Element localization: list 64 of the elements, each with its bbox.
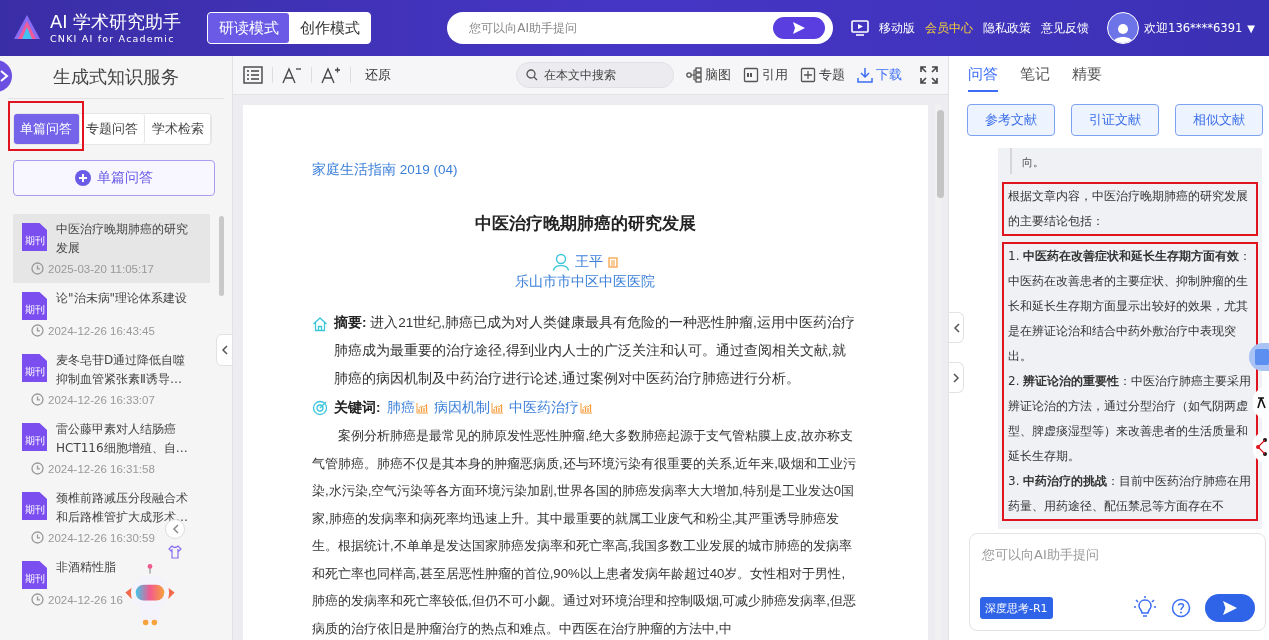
affiliation-link[interactable]: 乐山市市中区中医医院 xyxy=(312,273,858,291)
download-button[interactable]: 下载 xyxy=(857,66,902,84)
new-question-button[interactable]: 单篇问答 xyxy=(13,160,215,196)
sidebar-tab[interactable]: 单篇问答 xyxy=(14,114,80,144)
panel-tab[interactable]: 问答 xyxy=(968,65,998,92)
history-time: 2024-12-26 16:43:45 xyxy=(48,324,155,337)
history-title: 麦冬皂苷D通过降低自噬抑制血管紧张素Ⅱ诱导… xyxy=(56,352,187,388)
answer-point: 2. 辨证论治的重要性：中医治疗肺癌主要采用辨证论治的方法，通过分型治疗（如气阴两虚型、脾虚痰湿型等）来改善患者的生活质量和延长生存期。 xyxy=(1008,373,1253,465)
history-time: 2024-12-26 16:30:59 xyxy=(48,531,155,544)
mode-tab[interactable]: 研读模式 xyxy=(208,13,290,43)
abstract-text: 摘要: 进入21世纪,肺癌已成为对人类健康最具有危险的一种恶性肿瘤,运用中医药治疗肺癌成为最重要的治疗途径,得到业内人士的广泛关注和认可。通过查阅相关文献,就肺癌的病因机制及中药治疗进行论述,通过案例对中医药治疗肺癌进行分析。 xyxy=(334,314,856,388)
sidebar-title: 生成式知识服务 xyxy=(8,56,224,99)
reference-button[interactable]: 参考文献 xyxy=(967,104,1055,136)
restore-button[interactable]: 还原 xyxy=(365,66,391,84)
history-item[interactable]: 期刊 论"治未病"理论体系建设 2024-12-26 16:43:45 xyxy=(13,283,210,345)
journal-badge: 期刊 xyxy=(22,223,47,251)
history-time: 2024-12-26 16:33:07 xyxy=(48,393,155,406)
dropdown-arrow[interactable]: ▼ xyxy=(1247,22,1255,34)
panel-tab[interactable]: 精要 xyxy=(1072,65,1102,92)
history-time: 2024-12-26 16 xyxy=(48,593,123,606)
mindmap-button[interactable]: 脑图 xyxy=(686,66,731,84)
journal-badge: 期刊 xyxy=(22,354,47,382)
history-item[interactable]: 期刊 非酒精性脂 2024-12-26 16 xyxy=(13,552,210,614)
deep-think-button[interactable]: 深度思考-R1 xyxy=(980,597,1053,619)
history-time: 2025-03-20 11:05:17 xyxy=(48,262,154,275)
topic-button[interactable]: 专题 xyxy=(800,66,845,84)
history-title: 雷公藤甲素对人结肠癌HCT116细胞增殖、自… xyxy=(56,421,189,457)
keyword-link[interactable]: 中医药治疗 xyxy=(508,394,579,422)
history-time: 2024-12-26 16:31:58 xyxy=(48,462,155,475)
member-link[interactable]: 会员中心 xyxy=(925,20,974,36)
search-field[interactable]: 您可以向AI助手提问 xyxy=(447,12,834,44)
welcome-text: 欢迎136****6391 xyxy=(1144,20,1243,36)
history-item[interactable]: 期刊 雷公藤甲素对人结肠癌HCT116细胞增殖、自… 2024-12-26 16:31:58 xyxy=(13,414,210,483)
author-link[interactable]: 王平 xyxy=(575,253,603,271)
header-link[interactable]: 意见反馈 xyxy=(1041,20,1090,36)
search-field[interactable]: 在本文中搜索 xyxy=(516,62,674,88)
answer-point: 3. 中药治疗的挑战：目前中医药治疗肺癌在用药量、用药途径、配伍禁忌等方面存在不 xyxy=(1008,473,1253,515)
keywords-label: 关键词: xyxy=(334,399,381,417)
history-title: 非酒精性脂 xyxy=(56,559,116,576)
cite-button[interactable]: 引用 xyxy=(743,66,788,84)
keyword-link[interactable]: 肺癌 xyxy=(386,394,415,422)
app-title: AI 学术研究助手 xyxy=(50,11,182,33)
history-title: 中医治疗晚期肺癌的研究发展 xyxy=(56,221,189,257)
journal-badge: 期刊 xyxy=(22,292,47,320)
keyword-link[interactable]: 病因机制 xyxy=(433,394,490,422)
reference-button[interactable]: 引证文献 xyxy=(1071,104,1159,136)
history-item[interactable]: 期刊 中医治疗晚期肺癌的研究发展 2025-03-20 11:05:17 xyxy=(13,214,210,283)
article-title: 中医治疗晚期肺癌的研究发展 xyxy=(473,213,697,235)
answer-text: 根据文章内容，中医治疗晚期肺癌的研究发展的主要结论包括： xyxy=(1008,188,1249,230)
quoted-text: 向。 xyxy=(1010,148,1258,174)
header-link[interactable]: 隐私政策 xyxy=(983,20,1032,36)
app-subtitle: CNKI AI for Academic xyxy=(50,33,176,45)
journal-link[interactable]: 家庭生活指南 2019 (04) xyxy=(312,161,858,179)
answer-point: 1. 中医药在改善症状和延长生存期方面有效：中医药在改善患者的主要症状、抑制肿瘤的生长和延长生存期方面显示出较好的效果，尤其是在辨证论治和结合中药外敷治疗中表现突出。 xyxy=(1008,248,1253,365)
panel-tab[interactable]: 笔记 xyxy=(1020,65,1050,92)
history-title: 论"治未病"理论体系建设 xyxy=(56,290,188,307)
journal-badge: 期刊 xyxy=(22,561,47,589)
history-item[interactable]: 期刊 麦冬皂苷D通过降低自噬抑制血管紧张素Ⅱ诱导… 2024-12-26 16:33:07 xyxy=(13,345,210,414)
journal-badge: 期刊 xyxy=(22,423,47,451)
reference-button[interactable]: 相似文献 xyxy=(1175,104,1263,136)
body-paragraph: 案例分析肺癌是最常见的肺原发性恶性肿瘤,绝大多数肺癌起源于支气管粘膜上皮,故亦称支气管肺癌。肺癌不仅是其本身的肿瘤恶病质,还与环境污染有很重要的关系,近年来,吸烟和工业污染,水污染,空气污染等各方面环境污染加剧,世界各国的肺癌发病率大大增加,特别是工业发达0国家,肺癌的发病率和病死率均迅速上升。其中最重要的就属工业废气和粉尘,其严重诱导肺癌发生。根据统计,不单单是发达国家肺癌发病率和死亡率高,我国多数工业发展的城市肺癌的发病率和死亡率也同样高,甚至居恶性肿瘤的首位,90%以上患者发病年龄超过40岁。女性相对于男性,肺癌的发病率和死亡率较低,但仍不可小觑。通过对环境治理和控制吸烟,可减少肺癌发病率,但恶病质的治疗依旧是肿瘤治疗的热点和难点。中西医在治疗肿瘤的方法中,中 xyxy=(312,427,857,638)
mobile-link[interactable]: 移动版 xyxy=(879,20,916,36)
question-input[interactable]: 您可以向AI助手提问 深度思考-R1 xyxy=(969,533,1266,631)
journal-badge: 期刊 xyxy=(22,492,47,520)
